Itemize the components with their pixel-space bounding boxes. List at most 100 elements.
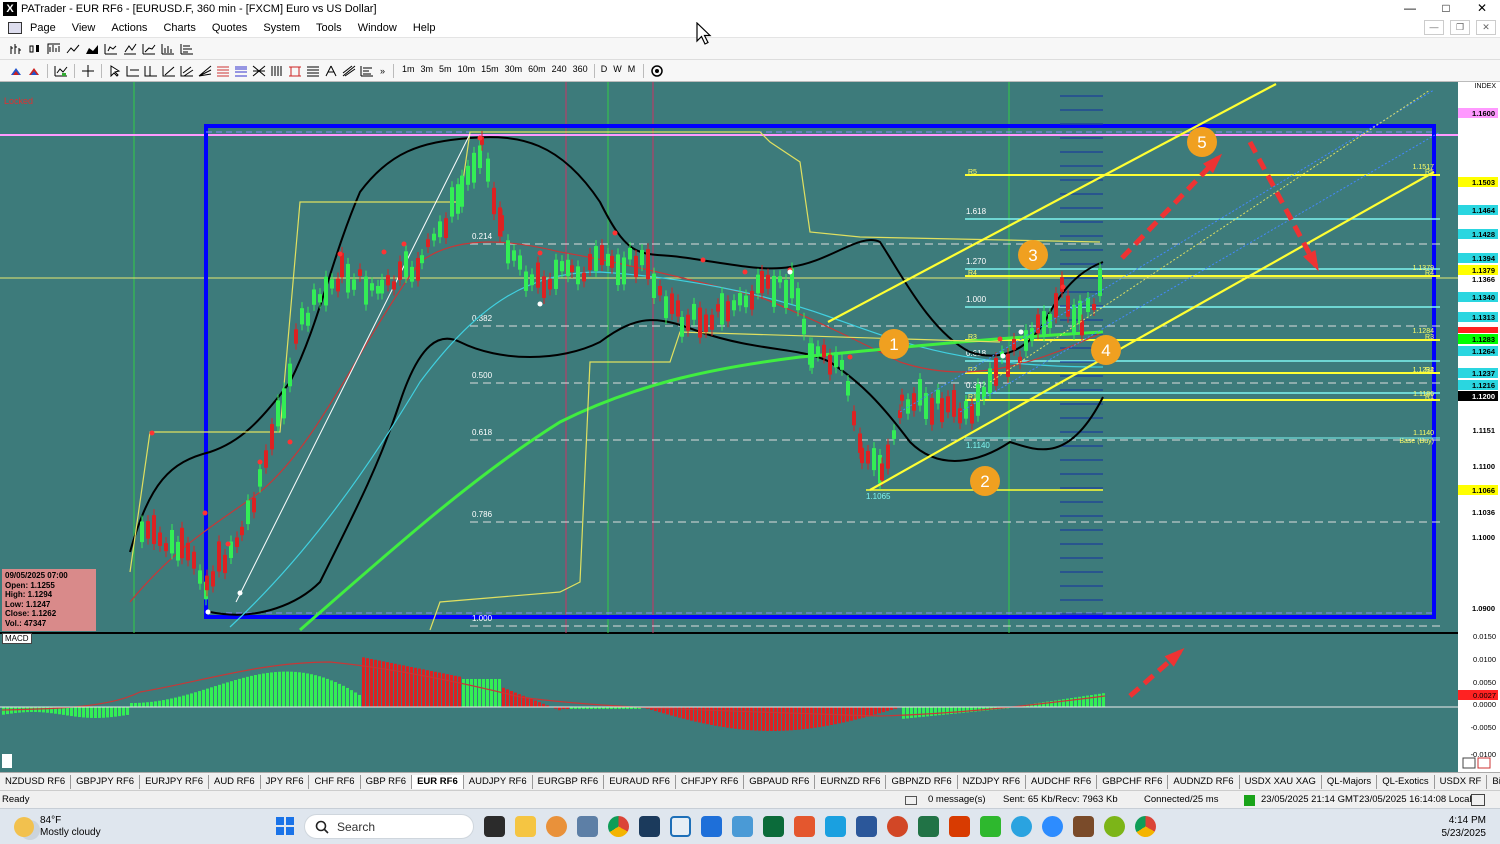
tab-gbp-rf6[interactable]: GBP RF6 [361, 774, 413, 789]
timeframe-15m[interactable]: 15m [478, 64, 502, 78]
office-app-icon[interactable] [949, 816, 970, 837]
line-chart-icon[interactable] [65, 42, 81, 56]
timeframe-360[interactable]: 360 [570, 64, 591, 78]
cycle-lines-icon[interactable] [269, 64, 285, 78]
timeframe-D[interactable]: D [598, 64, 611, 78]
channel-icon[interactable] [179, 64, 195, 78]
tab-eur-rf6[interactable]: EUR RF6 [412, 774, 464, 789]
tab-audchf-rf6[interactable]: AUDCHF RF6 [1026, 774, 1098, 789]
point-figure-icon[interactable] [103, 42, 119, 56]
minimize-button[interactable]: — [1392, 0, 1428, 18]
word-icon[interactable] [856, 816, 877, 837]
timeframe-60m[interactable]: 60m [525, 64, 549, 78]
volume-chart-icon[interactable] [160, 42, 176, 56]
chrome-profile-icon[interactable] [1135, 816, 1156, 837]
gann-icon[interactable] [251, 64, 267, 78]
trend-chart-icon[interactable] [141, 42, 157, 56]
more-tools-button[interactable]: » [377, 66, 388, 76]
file-explorer-icon[interactable] [515, 816, 536, 837]
fib-extension-icon[interactable] [233, 64, 249, 78]
mdi-close-button[interactable]: ✕ [1476, 20, 1496, 35]
tab-chfjpy-rf6[interactable]: CHFJPY RF6 [676, 774, 745, 789]
notes-app-icon[interactable] [701, 816, 722, 837]
menu-page[interactable]: Page [22, 22, 64, 34]
area-chart-icon[interactable] [84, 42, 100, 56]
buy-icon[interactable] [8, 64, 24, 78]
indicator-icon[interactable] [53, 64, 69, 78]
fib-retracement-icon[interactable] [215, 64, 231, 78]
tab-euraud-rf6[interactable]: EURAUD RF6 [604, 774, 676, 789]
powerpoint-icon[interactable] [887, 816, 908, 837]
green-app-icon[interactable] [980, 816, 1001, 837]
chrome-icon[interactable] [608, 816, 629, 837]
tab-eurnzd-rf6[interactable]: EURNZD RF6 [815, 774, 887, 789]
chart-area[interactable]: 0.214 0.382 0.500 0.618 0.786 1.000 1.618 1.270… [0, 82, 1500, 772]
tab-gbpjpy-rf6[interactable]: GBPJPY RF6 [71, 774, 141, 789]
menu-help[interactable]: Help [405, 22, 444, 34]
tab-audnzd-rf6[interactable]: AUDNZD RF6 [1168, 774, 1240, 789]
tab-eurjpy-rf6[interactable]: EURJPY RF6 [140, 774, 209, 789]
timeframe-240[interactable]: 240 [549, 64, 570, 78]
tradingview-icon[interactable] [763, 816, 784, 837]
tab-audjpy-rf6[interactable]: AUDJPY RF6 [464, 774, 533, 789]
weather-widget[interactable]: 84°F Mostly cloudy [14, 815, 101, 839]
tab-aud-rf6[interactable]: AUD RF6 [209, 774, 261, 789]
tab-eurgbp-rf6[interactable]: EURGBP RF6 [533, 774, 605, 789]
mdi-restore-button[interactable]: ❐ [1450, 20, 1470, 35]
taskbar-search[interactable]: Search [304, 814, 474, 839]
trading-app-icon[interactable] [639, 816, 660, 837]
fan-icon[interactable] [197, 64, 213, 78]
w-app-icon[interactable] [1104, 816, 1125, 837]
maximize-button[interactable]: □ [1428, 0, 1464, 18]
sync-icon[interactable] [649, 64, 665, 78]
tab-usdx-rf[interactable]: USDX RF [1435, 774, 1488, 789]
hlc-chart-icon[interactable] [46, 42, 62, 56]
tab-gbpnzd-rf6[interactable]: GBPNZD RF6 [886, 774, 958, 789]
timeframe-30m[interactable]: 30m [502, 64, 526, 78]
histogram-icon[interactable] [179, 42, 195, 56]
briefcase-app-icon[interactable] [1073, 816, 1094, 837]
regression-icon[interactable] [359, 64, 375, 78]
tab-jpy-rf6[interactable]: JPY RF6 [261, 774, 310, 789]
tab-usdx-xau-xag[interactable]: USDX XAU XAG [1240, 774, 1322, 789]
text-icon[interactable] [323, 64, 339, 78]
slides-app-icon[interactable] [794, 816, 815, 837]
tab-nzdjpy-rf6[interactable]: NZDJPY RF6 [958, 774, 1027, 789]
patrader-icon[interactable] [670, 816, 691, 837]
skype-icon[interactable] [825, 816, 846, 837]
pointer-icon[interactable] [107, 64, 123, 78]
excel-icon[interactable] [918, 816, 939, 837]
tab-nzdusd-rf6[interactable]: NZDUSD RF6 [0, 774, 72, 789]
tab-chf-rf6[interactable]: CHF RF6 [309, 774, 361, 789]
tab-gbpchf-rf6[interactable]: GBPCHF RF6 [1097, 774, 1169, 789]
timeframe-5m[interactable]: 5m [436, 64, 455, 78]
system-clock[interactable]: 4:14 PM 5/23/2025 [1442, 814, 1487, 840]
photos-app-icon[interactable] [732, 816, 753, 837]
timeframe-10m[interactable]: 10m [455, 64, 479, 78]
horizontal-line-icon[interactable] [125, 64, 141, 78]
timeframe-1m[interactable]: 1m [399, 64, 418, 78]
tab-ql-majors[interactable]: QL-Majors [1322, 774, 1378, 789]
menu-tools[interactable]: Tools [308, 22, 350, 34]
calculator-icon[interactable] [577, 816, 598, 837]
menu-system[interactable]: System [255, 22, 308, 34]
page-menu-icon[interactable] [8, 21, 22, 34]
windows-start-icon[interactable] [276, 817, 294, 835]
timeframe-W[interactable]: W [610, 64, 625, 78]
menu-window[interactable]: Window [350, 22, 405, 34]
mdi-minimize-button[interactable]: — [1424, 20, 1444, 35]
renko-icon[interactable] [122, 42, 138, 56]
media-app-icon[interactable] [546, 816, 567, 837]
arc-icon[interactable] [305, 64, 321, 78]
tab-bitcoin[interactable]: Bitcoin [1487, 775, 1500, 789]
pitchfork-icon[interactable] [341, 64, 357, 78]
zoom-icon[interactable] [1042, 816, 1063, 837]
bar-chart-icon[interactable] [8, 42, 24, 56]
sell-icon[interactable] [26, 64, 42, 78]
menu-charts[interactable]: Charts [155, 22, 203, 34]
tab-gbpaud-rf6[interactable]: GBPAUD RF6 [744, 774, 816, 789]
timeframe-3m[interactable]: 3m [418, 64, 437, 78]
menu-actions[interactable]: Actions [103, 22, 155, 34]
menu-quotes[interactable]: Quotes [204, 22, 255, 34]
telegram-icon[interactable] [1011, 816, 1032, 837]
